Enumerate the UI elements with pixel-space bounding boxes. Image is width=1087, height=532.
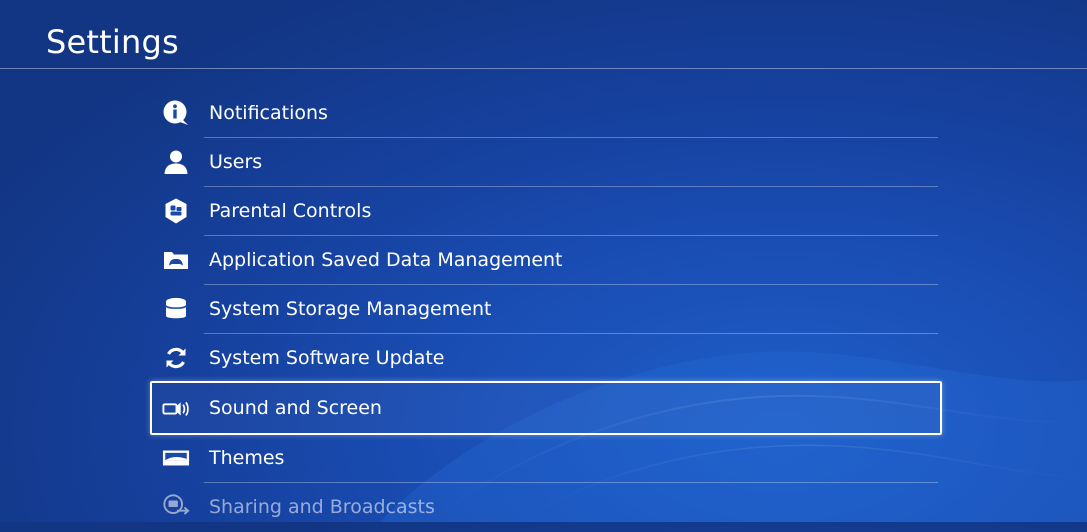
sharing-broadcast-icon bbox=[162, 494, 190, 520]
menu-item-label: Parental Controls bbox=[209, 200, 372, 222]
parental-controls-shield-icon bbox=[162, 198, 190, 224]
menu-item-application-saved-data[interactable]: Application Saved Data Management bbox=[152, 235, 940, 285]
themes-icon bbox=[162, 445, 190, 471]
saved-data-folder-icon bbox=[162, 247, 190, 273]
menu-item-themes[interactable]: Themes bbox=[152, 433, 940, 483]
menu-item-label: Sharing and Broadcasts bbox=[209, 496, 435, 518]
menu-item-label: Users bbox=[209, 151, 263, 173]
page-header: Settings bbox=[0, 0, 1087, 69]
storage-cylinder-icon bbox=[162, 296, 190, 322]
user-icon bbox=[162, 149, 190, 175]
menu-item-sharing-and-broadcasts[interactable]: Sharing and Broadcasts bbox=[152, 482, 940, 532]
menu-item-sound-and-screen[interactable]: Sound and Screen bbox=[150, 381, 942, 435]
menu-item-label: Notifications bbox=[209, 102, 328, 124]
menu-item-label: System Storage Management bbox=[209, 298, 492, 320]
notification-info-icon bbox=[162, 100, 190, 126]
page-title: Settings bbox=[46, 23, 179, 61]
menu-item-users[interactable]: Users bbox=[152, 137, 940, 187]
menu-item-label: Themes bbox=[209, 447, 285, 469]
sound-screen-icon bbox=[162, 395, 190, 421]
menu-item-notifications[interactable]: Notifications bbox=[152, 88, 940, 138]
menu-item-label: System Software Update bbox=[209, 347, 445, 369]
menu-item-parental-controls[interactable]: Parental Controls bbox=[152, 186, 940, 236]
menu-item-system-software-update[interactable]: System Software Update bbox=[152, 333, 940, 383]
menu-item-system-storage[interactable]: System Storage Management bbox=[152, 284, 940, 334]
menu-item-label: Application Saved Data Management bbox=[209, 249, 563, 271]
update-arrows-icon bbox=[162, 345, 190, 371]
menu-item-label: Sound and Screen bbox=[209, 397, 382, 419]
